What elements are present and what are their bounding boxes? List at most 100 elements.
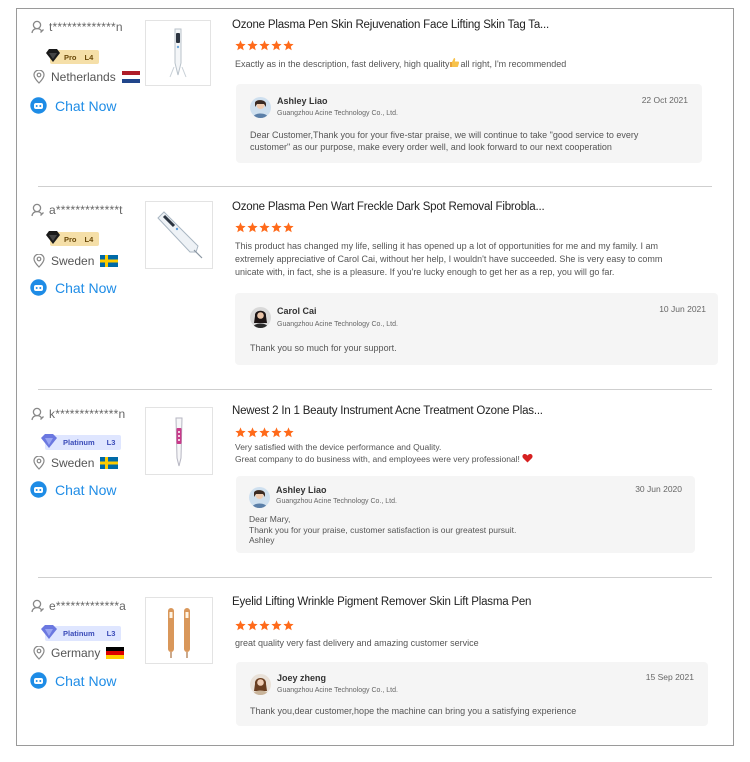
review-text-part: Exactly as in the description, fast deli… (235, 59, 450, 69)
rating-stars (235, 427, 294, 438)
reply-date: 22 Oct 2021 (641, 95, 688, 105)
product-title[interactable]: Ozone Plasma Pen Skin Rejuvenation Face … (232, 19, 549, 31)
product-thumbnail[interactable] (145, 201, 213, 269)
buyer-info: t*************n (31, 18, 123, 36)
rating-stars (235, 222, 294, 233)
chat-now-label: Chat Now (55, 97, 117, 114)
product-title[interactable]: Eyelid Lifting Wrinkle Pigment Remover S… (232, 596, 531, 608)
seller-avatar (249, 487, 270, 508)
seller-company: Guangzhou Acine Technology Co., Ltd. (276, 498, 397, 505)
review-line: extremely appreciative of Carol Cai, wit… (235, 254, 663, 264)
star-icon (247, 222, 258, 233)
chat-now-button[interactable]: Chat Now (30, 672, 116, 689)
level-name: Pro (64, 52, 77, 62)
star-icon (283, 40, 294, 51)
country-name: Germany (51, 646, 101, 660)
review-line: great quality very fast delivery and ama… (235, 638, 479, 648)
product-thumbnail[interactable] (145, 597, 213, 664)
seller-reply: Carol Cai Guangzhou Acine Technology Co.… (235, 293, 718, 365)
seller-reply: Ashley Liao Guangzhou Acine Technology C… (236, 476, 695, 553)
plasma-pen-image (169, 28, 187, 78)
reply-line: Dear Customer,Thank you for your five-st… (250, 130, 639, 140)
product-thumbnail[interactable] (145, 407, 213, 475)
chat-now-button[interactable]: Chat Now (30, 481, 116, 498)
buyer-name: k*************n (49, 407, 126, 421)
chat-bot-icon (30, 97, 47, 114)
product-title[interactable]: Ozone Plasma Pen Wart Freckle Dark Spot … (232, 201, 545, 213)
star-icon (235, 620, 246, 631)
chat-bot-icon (30, 672, 47, 689)
star-icon (247, 427, 258, 438)
reply-text: Dear Mary, Thank you for your praise, cu… (249, 514, 689, 546)
sweden-flag (100, 457, 119, 469)
level-name: Pro (64, 234, 77, 244)
seller-name: Joey zheng (277, 673, 327, 683)
user-icon (31, 599, 44, 613)
seller-name: Carol Cai (277, 306, 317, 316)
review-line: This product has changed my life, sellin… (235, 241, 659, 251)
platinum-diamond-icon (41, 434, 57, 448)
location-pin-icon (33, 70, 45, 84)
reply-date: 10 Jun 2021 (659, 304, 706, 314)
buyer-name: a*************t (49, 203, 123, 217)
seller-reply: Joey zheng Guangzhou Acine Technology Co… (236, 662, 708, 726)
buyer-name: e*************a (49, 599, 127, 613)
level-number: L4 (84, 52, 94, 62)
seller-company: Guangzhou Acine Technology Co., Ltd. (277, 687, 398, 694)
level-number: L4 (84, 234, 94, 244)
plasma-pen-image (175, 417, 183, 467)
star-icon (259, 222, 270, 233)
star-icon (271, 222, 282, 233)
user-icon (31, 203, 44, 217)
buyer-info: a*************t (31, 201, 123, 219)
chat-now-label: Chat Now (55, 672, 117, 689)
plasma-pen-image (157, 211, 203, 259)
buyer-country: Netherlands (33, 68, 140, 86)
buyer-level-badge: Platinum L3 (41, 434, 122, 450)
buyer-info: k*************n (31, 405, 125, 423)
chat-now-button[interactable]: Chat Now (30, 279, 116, 296)
thumbs-up-emoji-icon (450, 58, 460, 67)
country-name: Sweden (51, 456, 95, 470)
star-icon (259, 40, 270, 51)
rating-stars (235, 620, 294, 631)
germany-flag (106, 647, 125, 659)
seller-avatar (250, 307, 271, 328)
reply-line: Ashley (249, 535, 275, 545)
reply-date: 30 Jun 2020 (635, 484, 682, 494)
reply-line: customer" as our purpose, make every ord… (250, 142, 612, 152)
chat-now-button[interactable]: Chat Now (30, 97, 116, 114)
star-icon (235, 427, 246, 438)
review-divider (38, 577, 712, 578)
chat-bot-icon (30, 481, 47, 498)
user-icon (31, 20, 44, 34)
seller-reply: Ashley Liao Guangzhou Acine Technology C… (236, 84, 702, 163)
reply-text: Thank you so much for your support. (250, 342, 710, 354)
star-icon (247, 620, 258, 631)
level-number: L3 (106, 438, 116, 447)
buyer-level-badge: Platinum L3 (41, 625, 122, 641)
buyer-info: e*************a (31, 597, 126, 615)
location-pin-icon (33, 646, 45, 660)
product-thumbnail[interactable] (145, 20, 211, 86)
location-pin-icon (33, 254, 45, 268)
review-text: Very satisfied with the device performan… (235, 442, 533, 465)
review-divider (38, 186, 712, 187)
reply-line: Thank you so much for your support. (250, 343, 397, 353)
star-icon (259, 427, 270, 438)
reply-line: Dear Mary, (249, 514, 291, 524)
level-name: Platinum (63, 629, 95, 638)
user-icon (31, 407, 44, 421)
diamond-icon (46, 49, 60, 62)
chat-bot-icon (30, 279, 47, 296)
buyer-name: t*************n (49, 20, 123, 34)
reply-text: Thank you,dear customer,hope the machine… (250, 705, 700, 717)
review-line: unicate with, in fact, she is a pleasure… (235, 267, 615, 277)
rating-stars (235, 40, 294, 51)
product-title[interactable]: Newest 2 In 1 Beauty Instrument Acne Tre… (232, 405, 543, 417)
star-icon (235, 40, 246, 51)
star-icon (259, 620, 270, 631)
seller-company: Guangzhou Acine Technology Co., Ltd. (277, 110, 398, 117)
seller-name: Ashley Liao (277, 96, 328, 106)
country-name: Netherlands (51, 70, 116, 84)
